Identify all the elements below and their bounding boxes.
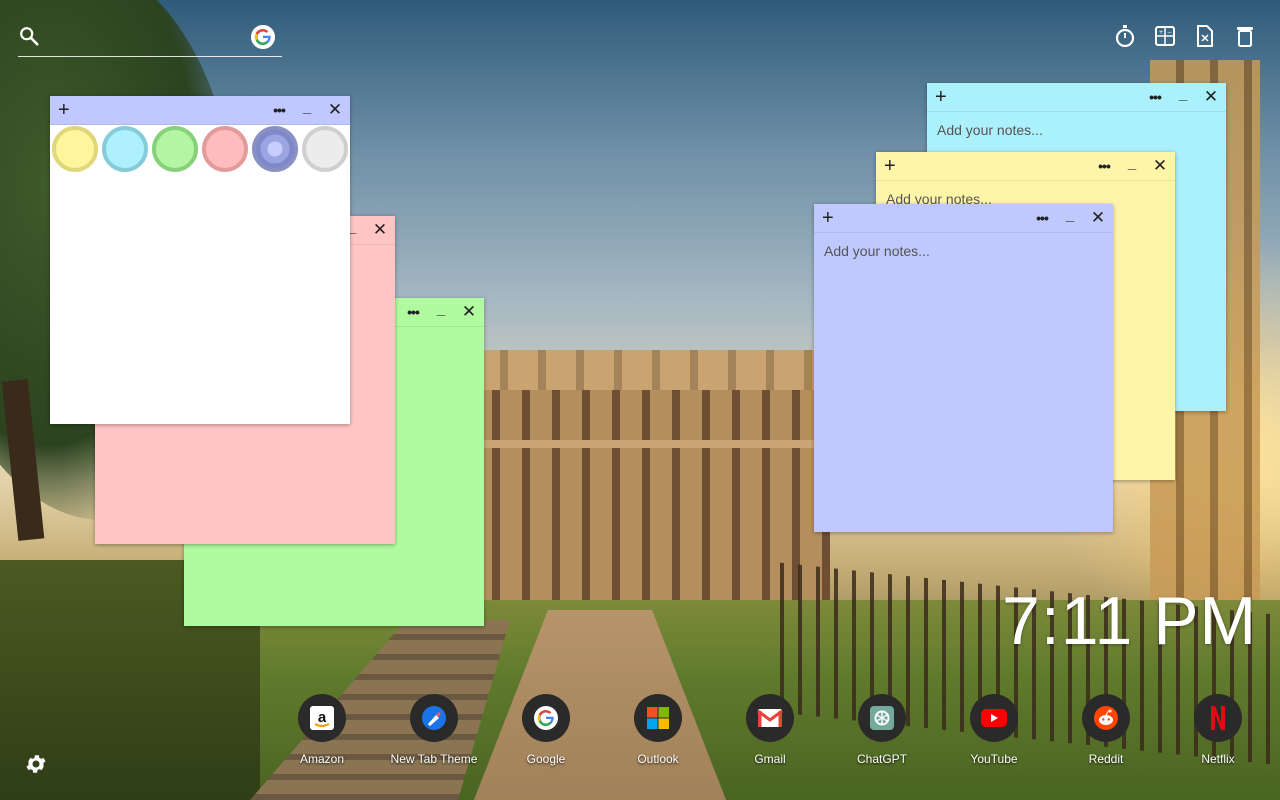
shortcut-outlook[interactable]: Outlook: [602, 694, 714, 766]
color-swatch-yellow[interactable]: [52, 126, 98, 172]
search-icon[interactable]: [18, 25, 40, 47]
minimize-button[interactable]: _: [432, 301, 450, 319]
search-input[interactable]: [48, 24, 242, 52]
shortcut-label: New Tab Theme: [390, 752, 478, 766]
minimize-button[interactable]: _: [1174, 86, 1192, 104]
close-button[interactable]: ✕: [460, 303, 478, 321]
more-options-button[interactable]: •••: [270, 101, 288, 119]
shortcut-reddit[interactable]: Reddit: [1050, 694, 1162, 766]
shortcut-chatgpt[interactable]: ChatGPT: [826, 694, 938, 766]
gmail-icon: [746, 694, 794, 742]
svg-text:−: −: [1167, 29, 1172, 36]
note-controls: ••• _ ✕: [1033, 204, 1107, 232]
close-button[interactable]: ✕: [1202, 88, 1220, 106]
shortcut-bar: a Amazon New Tab Theme Google Outlook Gm…: [266, 694, 1274, 766]
add-note-button[interactable]: +: [884, 154, 896, 178]
toolbar: + −: [1114, 24, 1256, 48]
add-note-button[interactable]: +: [935, 85, 947, 109]
shortcut-netflix[interactable]: Netflix: [1162, 694, 1274, 766]
shortcut-new-tab-theme[interactable]: New Tab Theme: [378, 694, 490, 766]
note-header[interactable]: + ••• _ ✕: [876, 152, 1175, 181]
more-options-button[interactable]: •••: [1095, 157, 1113, 175]
colosseum: [470, 350, 830, 600]
svg-text:+: +: [1159, 29, 1164, 36]
sticky-note-blue[interactable]: + ••• _ ✕: [814, 204, 1113, 532]
search-bar: [18, 22, 282, 57]
color-swatch-green[interactable]: [152, 126, 198, 172]
shortcut-label: Google: [526, 752, 566, 766]
shortcut-label: YouTube: [970, 752, 1018, 766]
clock: 7:11 PM: [1002, 583, 1258, 659]
add-note-button[interactable]: +: [822, 206, 834, 230]
shortcut-google[interactable]: Google: [490, 694, 602, 766]
calculator-icon[interactable]: + −: [1154, 24, 1176, 48]
shortcut-label: Amazon: [299, 752, 345, 766]
shortcut-label: Outlook: [637, 752, 679, 766]
sticky-note-white[interactable]: + ••• _ ✕: [50, 96, 350, 424]
google-g-icon[interactable]: [251, 25, 275, 49]
shortcut-label: Gmail: [754, 752, 786, 766]
new-tab-theme-icon: [410, 694, 458, 742]
note-controls: ••• _ ✕: [270, 96, 344, 124]
trash-icon[interactable]: [1234, 24, 1256, 48]
color-swatch-blue-selected[interactable]: [252, 126, 298, 172]
close-button[interactable]: ✕: [1151, 157, 1169, 175]
note-textarea[interactable]: [814, 233, 1113, 532]
close-button[interactable]: ✕: [1089, 209, 1107, 227]
minimize-button[interactable]: _: [1061, 207, 1079, 225]
note-header[interactable]: + ••• _ ✕: [814, 204, 1113, 233]
color-swatch-white[interactable]: [302, 126, 348, 172]
timer-icon[interactable]: [1114, 24, 1136, 48]
youtube-icon: [970, 694, 1018, 742]
chatgpt-icon: [858, 694, 906, 742]
note-file-icon[interactable]: [1194, 24, 1216, 48]
reddit-icon: [1082, 694, 1130, 742]
shortcut-gmail[interactable]: Gmail: [714, 694, 826, 766]
more-options-button[interactable]: •••: [1033, 209, 1051, 227]
color-swatch-pink[interactable]: [202, 126, 248, 172]
minimize-button[interactable]: _: [298, 99, 316, 117]
note-header[interactable]: + ••• _ ✕: [50, 96, 350, 125]
outlook-icon: [634, 694, 682, 742]
note-header[interactable]: + ••• _ ✕: [927, 83, 1226, 112]
google-icon: [522, 694, 570, 742]
add-note-button[interactable]: +: [58, 98, 70, 122]
close-button[interactable]: ✕: [371, 221, 389, 239]
minimize-button[interactable]: _: [1123, 155, 1141, 173]
note-controls: ••• _ ✕: [1095, 152, 1169, 180]
shortcut-label: ChatGPT: [856, 752, 907, 766]
shortcut-youtube[interactable]: YouTube: [938, 694, 1050, 766]
more-options-button[interactable]: •••: [1146, 88, 1164, 106]
more-options-button[interactable]: •••: [404, 303, 422, 321]
svg-text:a: a: [318, 709, 327, 726]
shortcut-label: Reddit: [1088, 752, 1124, 766]
shortcut-amazon[interactable]: a Amazon: [266, 694, 378, 766]
close-button[interactable]: ✕: [326, 101, 344, 119]
note-controls: ••• _ ✕: [404, 298, 478, 326]
note-controls: ••• _ ✕: [1146, 83, 1220, 111]
netflix-icon: [1194, 694, 1242, 742]
shortcut-label: Netflix: [1201, 752, 1235, 766]
amazon-icon: a: [298, 694, 346, 742]
color-picker: [52, 126, 348, 172]
color-swatch-cyan[interactable]: [102, 126, 148, 172]
gear-icon[interactable]: [24, 752, 48, 776]
